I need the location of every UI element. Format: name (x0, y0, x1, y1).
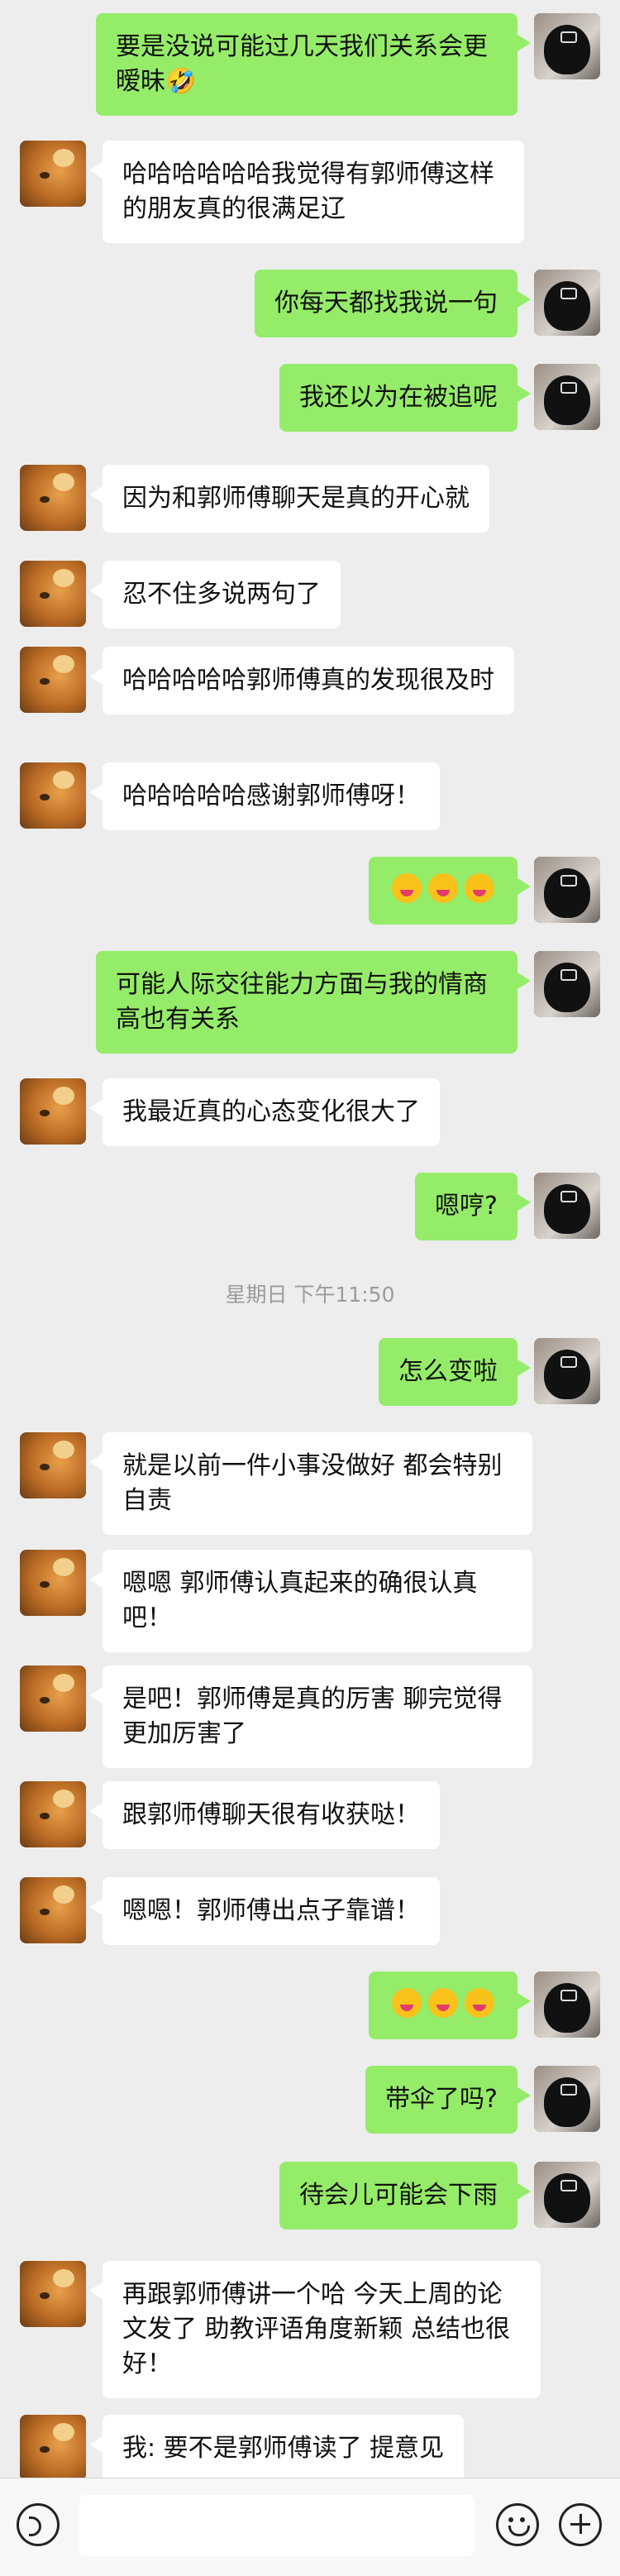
message-bubble[interactable]: 跟郭师傅聊天很有收获哒！ (89, 1781, 440, 1849)
squinting-tongue-emoji (465, 873, 494, 903)
squinting-tongue-emoji (392, 873, 422, 903)
input-toolbar (0, 2478, 620, 2576)
contact-avatar[interactable] (20, 1666, 86, 1732)
message-bubble[interactable]: 嗯嗯 郭师傅认真起来的确很认真吧！ (89, 1550, 532, 1652)
message-bubble[interactable]: 哈哈哈哈哈哈我觉得有郭师傅这样的朋友真的很满足辽 (89, 141, 524, 243)
message-bubble[interactable]: 哈哈哈哈哈郭师傅真的发现很及时 (89, 647, 514, 714)
contact-avatar[interactable] (20, 2261, 86, 2327)
timestamp-label: 星期日 下午11:50 (225, 1283, 395, 1307)
my-avatar[interactable] (534, 951, 600, 1017)
message-bubble[interactable]: 要是没说可能过几天我们关系会更暧昧🤣 (96, 13, 531, 116)
squinting-tongue-emoji (392, 1988, 422, 2018)
contact-avatar[interactable] (20, 141, 86, 207)
my-avatar[interactable] (534, 13, 600, 79)
message-bubble[interactable]: 嗯哼? (415, 1173, 531, 1240)
my-avatar[interactable] (534, 857, 600, 923)
emoji-icon[interactable] (496, 2503, 539, 2546)
message-bubble[interactable]: 嗯嗯！郭师傅出点子靠谱！ (89, 1877, 440, 1945)
voice-icon[interactable] (17, 2503, 60, 2546)
message-bubble[interactable]: 哈哈哈哈哈感谢郭师傅呀！ (89, 762, 440, 830)
message-input[interactable] (79, 2495, 475, 2556)
contact-avatar[interactable] (20, 465, 86, 531)
chat-area[interactable]: 要是没说可能过几天我们关系会更暧昧🤣 哈哈哈哈哈哈我觉得有郭师傅这样的朋友真的很… (0, 0, 620, 2478)
message-bubble[interactable]: 忍不住多说两句了 (89, 561, 341, 628)
my-avatar[interactable] (534, 270, 600, 336)
contact-avatar[interactable] (20, 762, 86, 829)
my-avatar[interactable] (534, 2066, 600, 2132)
message-bubble[interactable] (369, 1971, 531, 2039)
squinting-tongue-emoji (428, 873, 458, 903)
message-bubble[interactable]: 再跟郭师傅讲一个哈 今天上周的论文发了 助教评语角度新颖 总结也很好！ (89, 2261, 541, 2398)
contact-avatar[interactable] (20, 2415, 86, 2478)
message-bubble[interactable] (369, 857, 531, 925)
contact-avatar[interactable] (20, 647, 86, 713)
message-bubble[interactable]: 可能人际交往能力方面与我的情商高也有关系 (96, 951, 531, 1054)
contact-avatar[interactable] (20, 1078, 86, 1145)
squinting-tongue-emoji (465, 1988, 494, 2018)
plus-icon[interactable] (559, 2503, 602, 2546)
contact-avatar[interactable] (20, 1432, 86, 1498)
squinting-tongue-emoji (428, 1988, 458, 2018)
contact-avatar[interactable] (20, 1877, 86, 1943)
my-avatar[interactable] (534, 1971, 600, 2038)
message-bubble[interactable]: 我还以为在被追呢 (279, 364, 531, 432)
message-bubble[interactable]: 是吧！郭师傅是真的厉害 聊完觉得更加厉害了 (89, 1666, 532, 1768)
contact-avatar[interactable] (20, 1781, 86, 1847)
my-avatar[interactable] (534, 364, 600, 430)
message-bubble[interactable]: 就是以前一件小事没做好 都会特别自责 (89, 1432, 532, 1535)
message-bubble[interactable]: 因为和郭师傅聊天是真的开心就 (89, 465, 489, 533)
message-bubble[interactable]: 带伞了吗? (365, 2066, 531, 2134)
my-avatar[interactable] (534, 1338, 600, 1404)
message-bubble[interactable]: 我最近真的心态变化很大了 (89, 1078, 440, 1146)
message-bubble[interactable]: 怎么变啦 (379, 1338, 531, 1406)
contact-avatar[interactable] (20, 1550, 86, 1616)
my-avatar[interactable] (534, 2162, 600, 2228)
message-bubble[interactable]: 待会儿可能会下雨 (279, 2162, 531, 2230)
my-avatar[interactable] (534, 1173, 600, 1239)
contact-avatar[interactable] (20, 561, 86, 627)
message-bubble[interactable]: 你每天都找我说一句 (255, 270, 531, 337)
message-bubble[interactable]: 我: 要不是郭师傅读了 提意见 (88, 2415, 465, 2478)
